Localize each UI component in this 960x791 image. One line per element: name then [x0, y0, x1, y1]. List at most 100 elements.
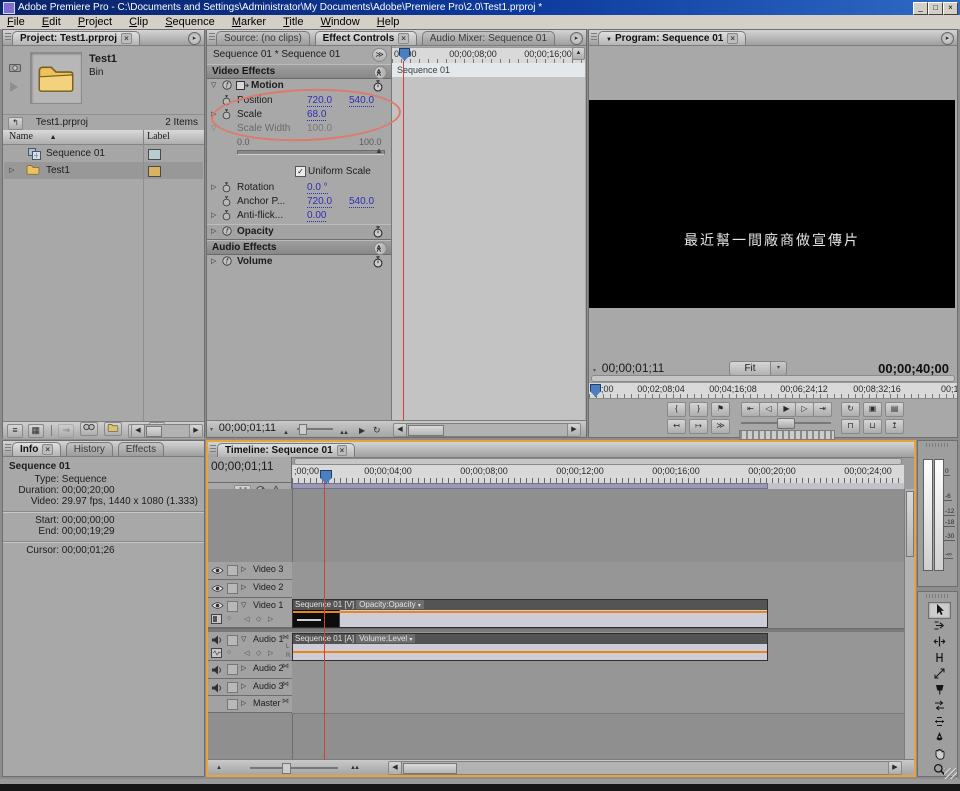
scroll-thumb[interactable]: [403, 763, 457, 774]
tab-project[interactable]: Project: Test1.prproj×: [12, 31, 140, 45]
set-display-style-icon[interactable]: [211, 648, 222, 658]
timeline-ruler[interactable]: ;00;00 00;00;04;00 00;00;08;00 00;00;12;…: [292, 465, 904, 484]
expand-icon[interactable]: ▷: [241, 699, 246, 707]
next-keyframe-icon[interactable]: ▷: [268, 615, 273, 623]
track-select-tool[interactable]: [928, 618, 951, 635]
scroll-left-icon[interactable]: ◀: [393, 423, 407, 437]
show-keyframes-icon[interactable]: ○: [227, 649, 231, 656]
position-x-value[interactable]: 720.0: [307, 95, 332, 107]
title-bar[interactable]: Adobe Premiere Pro - C:\Documents and Se…: [0, 0, 960, 15]
rotation-value[interactable]: 0.0 °: [307, 182, 328, 194]
position-y-value[interactable]: 540.0: [349, 95, 374, 107]
menu-window[interactable]: Window: [314, 15, 367, 29]
ripple-edit-tool[interactable]: [928, 634, 951, 651]
collapse-icon[interactable]: ▷: [211, 211, 216, 219]
zoom-slider-track[interactable]: [250, 767, 338, 769]
collapse-icon[interactable]: ▷: [211, 110, 216, 118]
automate-to-sequence-icon[interactable]: ⇒: [58, 424, 74, 438]
zoom-in-icon[interactable]: ▲▲: [339, 426, 347, 441]
close-icon[interactable]: ×: [398, 33, 409, 44]
toggle-animation-stopwatch-icon[interactable]: [222, 210, 231, 221]
go-to-out-button[interactable]: ⇥: [813, 402, 832, 417]
menu-clip[interactable]: Clip: [122, 15, 155, 29]
loop-icon[interactable]: ↻: [373, 423, 381, 438]
effect-enabled-icon[interactable]: f: [222, 256, 232, 267]
step-forward-button[interactable]: ▷: [795, 402, 814, 417]
set-out-point-button[interactable]: }: [689, 402, 708, 417]
prev-keyframe-icon[interactable]: ◁: [244, 649, 249, 657]
expand-icon[interactable]: ▷: [241, 664, 246, 672]
track-output-icon[interactable]: ⋈: [282, 697, 289, 705]
toggle-animation-stopwatch-icon[interactable]: [222, 109, 231, 120]
zoom-level-dropdown-icon[interactable]: ▾: [770, 361, 787, 376]
label-swatch[interactable]: [148, 149, 161, 160]
lift-button[interactable]: ⊓: [841, 419, 860, 434]
add-keyframe-icon[interactable]: ◇: [256, 649, 261, 657]
timeline-timecode[interactable]: 00;00;01;11: [211, 459, 274, 473]
expand-icon[interactable]: ▽: [241, 601, 246, 609]
ec-clip-bar[interactable]: Sequence 01: [392, 63, 585, 78]
track-lane-master[interactable]: [292, 696, 904, 714]
antiflicker-value[interactable]: 0.00: [307, 210, 326, 222]
scroll-left-icon[interactable]: ◀: [131, 424, 145, 438]
zoom-out-icon[interactable]: ▲: [283, 426, 289, 441]
track-output-icon[interactable]: ⋈: [282, 633, 289, 641]
stopwatch-icon[interactable]: [373, 226, 383, 238]
lock-toggle[interactable]: [227, 635, 238, 646]
ec-timecode[interactable]: 00;00;01;11: [219, 422, 276, 434]
resize-grip[interactable]: [944, 768, 957, 779]
scroll-thumb[interactable]: [408, 425, 444, 436]
eye-icon[interactable]: [211, 566, 224, 576]
track-name[interactable]: Video 3: [253, 564, 283, 574]
viewing-area-bar[interactable]: [591, 375, 955, 382]
track-name[interactable]: Audio 2: [253, 663, 284, 673]
safe-margins-button[interactable]: ▣: [863, 402, 882, 417]
track-name[interactable]: Audio 3: [253, 681, 284, 691]
clip-param-selector[interactable]: Opacity:Opacity ▾: [356, 600, 424, 609]
track-output-icon[interactable]: ⋈: [282, 662, 289, 670]
effect-enabled-icon[interactable]: f: [222, 226, 232, 237]
timeline-h-scrollbar[interactable]: [401, 761, 889, 775]
panel-menu-button[interactable]: ▸: [188, 32, 201, 45]
set-marker-button[interactable]: ⚑: [711, 402, 730, 417]
zoom-slider-handle[interactable]: [282, 763, 291, 774]
hide-timeline-view-button[interactable]: ≫: [374, 242, 387, 255]
play-in-to-out-button[interactable]: ≫: [711, 419, 730, 434]
scroll-right-icon[interactable]: ▶: [888, 761, 902, 775]
lock-toggle[interactable]: [227, 682, 238, 693]
track-name[interactable]: Video 2: [253, 582, 283, 592]
stopwatch-icon[interactable]: [373, 256, 383, 268]
effect-enabled-icon[interactable]: f: [222, 80, 232, 91]
close-icon[interactable]: ×: [727, 33, 738, 44]
label-swatch[interactable]: [148, 166, 161, 177]
effect-label[interactable]: Volume: [237, 256, 272, 267]
icon-view-icon[interactable]: ▦: [28, 424, 44, 438]
effect-label[interactable]: Opacity: [237, 226, 274, 237]
menu-marker[interactable]: Marker: [225, 15, 273, 29]
minimize-button[interactable]: _: [913, 2, 928, 15]
program-timecode[interactable]: 00;00;01;11: [602, 361, 665, 375]
expand-icon[interactable]: ▷: [241, 565, 246, 573]
list-view-icon[interactable]: ≡: [7, 424, 23, 438]
pen-tool[interactable]: [928, 730, 951, 747]
viewing-area-bar[interactable]: [294, 458, 902, 465]
tab-effect-controls[interactable]: Effect Controls×: [315, 31, 417, 45]
zoom-in-icon[interactable]: ▲▲: [350, 765, 358, 771]
hide-timeline-view-button[interactable]: ≫: [374, 66, 387, 79]
go-to-out-shift-button[interactable]: ↦: [689, 419, 708, 434]
expand-icon[interactable]: ▷: [9, 162, 14, 179]
close-icon[interactable]: ×: [121, 33, 132, 44]
menu-title[interactable]: Title: [276, 15, 310, 29]
toggle-animation-stopwatch-icon[interactable]: [222, 196, 231, 207]
prev-keyframe-icon[interactable]: ◁: [244, 615, 249, 623]
slider-track[interactable]: [237, 150, 385, 155]
set-in-point-button[interactable]: {: [667, 402, 686, 417]
stopwatch-icon[interactable]: [373, 80, 383, 92]
loop-button[interactable]: ↻: [841, 402, 860, 417]
output-button[interactable]: ▤: [885, 402, 904, 417]
track-output-icon[interactable]: ⋈: [282, 680, 289, 688]
shuttle-handle[interactable]: [777, 418, 795, 429]
tab-effects[interactable]: Effects: [118, 442, 164, 456]
clip-body[interactable]: [293, 610, 767, 627]
panel-menu-button[interactable]: ▸: [941, 32, 954, 45]
